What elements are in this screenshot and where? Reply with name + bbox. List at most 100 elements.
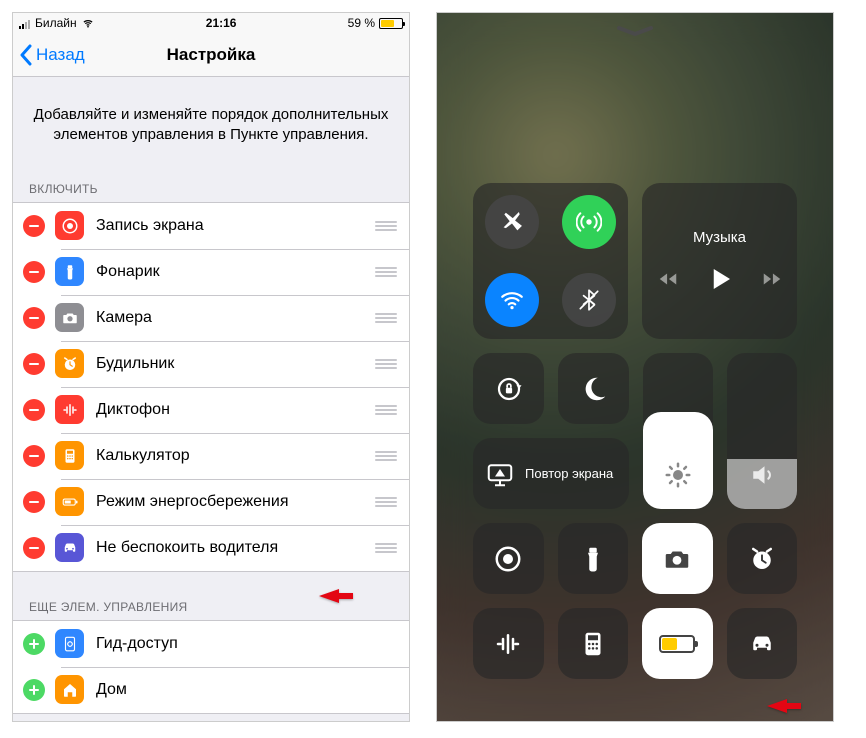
alarm-icon xyxy=(747,544,777,574)
nav-bar: Назад Настройка xyxy=(13,33,409,77)
mirror-label: Повтор экрана xyxy=(525,466,613,481)
speaker-icon xyxy=(747,460,777,490)
airplane-toggle[interactable] xyxy=(485,195,539,249)
included-list: Запись экрана Фонарик Камера Будильник Дикто… xyxy=(13,202,409,572)
remove-button[interactable] xyxy=(23,353,45,375)
reorder-handle[interactable] xyxy=(375,405,397,415)
back-label: Назад xyxy=(36,45,85,65)
orientation-lock-button[interactable] xyxy=(473,353,544,424)
clock: 21:16 xyxy=(206,16,237,30)
control-row-record: Запись экрана xyxy=(13,203,409,249)
cellular-icon xyxy=(576,209,602,235)
control-center-screen: Музыка Повтор экрана xyxy=(436,12,834,722)
voice-memo-button[interactable] xyxy=(473,608,544,679)
camera-button[interactable] xyxy=(642,523,713,594)
low-power-button[interactable] xyxy=(642,608,713,679)
camera-icon xyxy=(55,303,84,332)
guided-icon xyxy=(55,629,84,658)
reorder-handle[interactable] xyxy=(375,451,397,461)
flashlight-button[interactable] xyxy=(558,523,629,594)
reorder-handle[interactable] xyxy=(375,221,397,231)
add-button[interactable] xyxy=(23,679,45,701)
record-icon xyxy=(55,211,84,240)
remove-button[interactable] xyxy=(23,537,45,559)
control-row-battery: Режим энергосбережения xyxy=(13,479,409,525)
battery-icon xyxy=(55,487,84,516)
control-row-calculator: Калькулятор xyxy=(13,433,409,479)
wifi-icon xyxy=(499,287,525,313)
connectivity-tile[interactable] xyxy=(473,183,628,339)
remove-button[interactable] xyxy=(23,445,45,467)
screen-mirroring-button[interactable]: Повтор экрана xyxy=(473,438,629,509)
calculator-icon xyxy=(55,441,84,470)
forward-button[interactable] xyxy=(761,268,783,290)
control-row-camera: Камера xyxy=(13,295,409,341)
waveform-icon xyxy=(493,629,523,659)
car-icon xyxy=(747,629,777,659)
reorder-handle[interactable] xyxy=(375,267,397,277)
bluetooth-toggle[interactable] xyxy=(562,273,616,327)
orientation-lock-icon xyxy=(494,374,524,404)
remove-button[interactable] xyxy=(23,261,45,283)
chevron-left-icon xyxy=(19,44,32,66)
reorder-handle[interactable] xyxy=(375,497,397,507)
waveform-icon xyxy=(55,395,84,424)
cellular-toggle[interactable] xyxy=(562,195,616,249)
control-row-guided: Гид-доступ xyxy=(13,621,409,667)
control-row-alarm: Будильник xyxy=(13,341,409,387)
battery-icon xyxy=(379,18,403,29)
moon-icon xyxy=(579,374,609,404)
camera-icon xyxy=(662,544,692,574)
battery-icon xyxy=(659,635,695,653)
instruction-text: Добавляйте и изменяйте порядок дополните… xyxy=(13,77,409,176)
music-label: Музыка xyxy=(693,229,746,246)
remove-button[interactable] xyxy=(23,307,45,329)
record-icon xyxy=(493,544,523,574)
status-bar: Билайн 21:16 59 % xyxy=(13,13,409,33)
calculator-button[interactable] xyxy=(558,608,629,679)
rewind-button[interactable] xyxy=(657,268,679,290)
mirror-icon xyxy=(485,459,515,489)
control-row-car: Не беспокоить водителя xyxy=(13,525,409,571)
alarm-button[interactable] xyxy=(727,523,798,594)
control-label: Фонарик xyxy=(96,263,375,281)
calculator-icon xyxy=(578,629,608,659)
reorder-handle[interactable] xyxy=(375,313,397,323)
control-label: Диктофон xyxy=(96,401,375,419)
remove-button[interactable] xyxy=(23,491,45,513)
alarm-icon xyxy=(55,349,84,378)
home-icon xyxy=(55,675,84,704)
control-label: Запись экрана xyxy=(96,217,375,235)
do-not-disturb-button[interactable] xyxy=(558,353,629,424)
remove-button[interactable] xyxy=(23,215,45,237)
annotation-arrow-left xyxy=(319,583,353,609)
back-button[interactable]: Назад xyxy=(13,44,85,66)
control-label: Калькулятор xyxy=(96,447,375,465)
control-row-flashlight: Фонарик xyxy=(13,249,409,295)
control-label: Камера xyxy=(96,309,375,327)
battery-pct: 59 % xyxy=(348,16,375,30)
signal-icon xyxy=(19,18,31,29)
play-button[interactable] xyxy=(705,264,735,294)
control-row-waveform: Диктофон xyxy=(13,387,409,433)
remove-button[interactable] xyxy=(23,399,45,421)
flashlight-icon xyxy=(55,257,84,286)
add-button[interactable] xyxy=(23,633,45,655)
wifi-toggle[interactable] xyxy=(485,273,539,327)
screen-record-button[interactable] xyxy=(473,523,544,594)
carrier-label: Билайн xyxy=(35,16,77,30)
reorder-handle[interactable] xyxy=(375,543,397,553)
car-icon xyxy=(55,533,84,562)
control-label: Гид-доступ xyxy=(96,635,397,653)
grabber-icon[interactable] xyxy=(617,23,653,41)
music-tile[interactable]: Музыка xyxy=(642,183,797,339)
flashlight-icon xyxy=(578,544,608,574)
reorder-handle[interactable] xyxy=(375,359,397,369)
brightness-slider[interactable] xyxy=(643,353,713,509)
volume-slider[interactable] xyxy=(727,353,797,509)
driving-dnd-button[interactable] xyxy=(727,608,798,679)
control-row-home: Дом xyxy=(13,667,409,713)
airplane-icon xyxy=(499,209,525,235)
control-label: Дом xyxy=(96,681,397,699)
settings-screen: Билайн 21:16 59 % Назад Настройка Добавл… xyxy=(12,12,410,722)
